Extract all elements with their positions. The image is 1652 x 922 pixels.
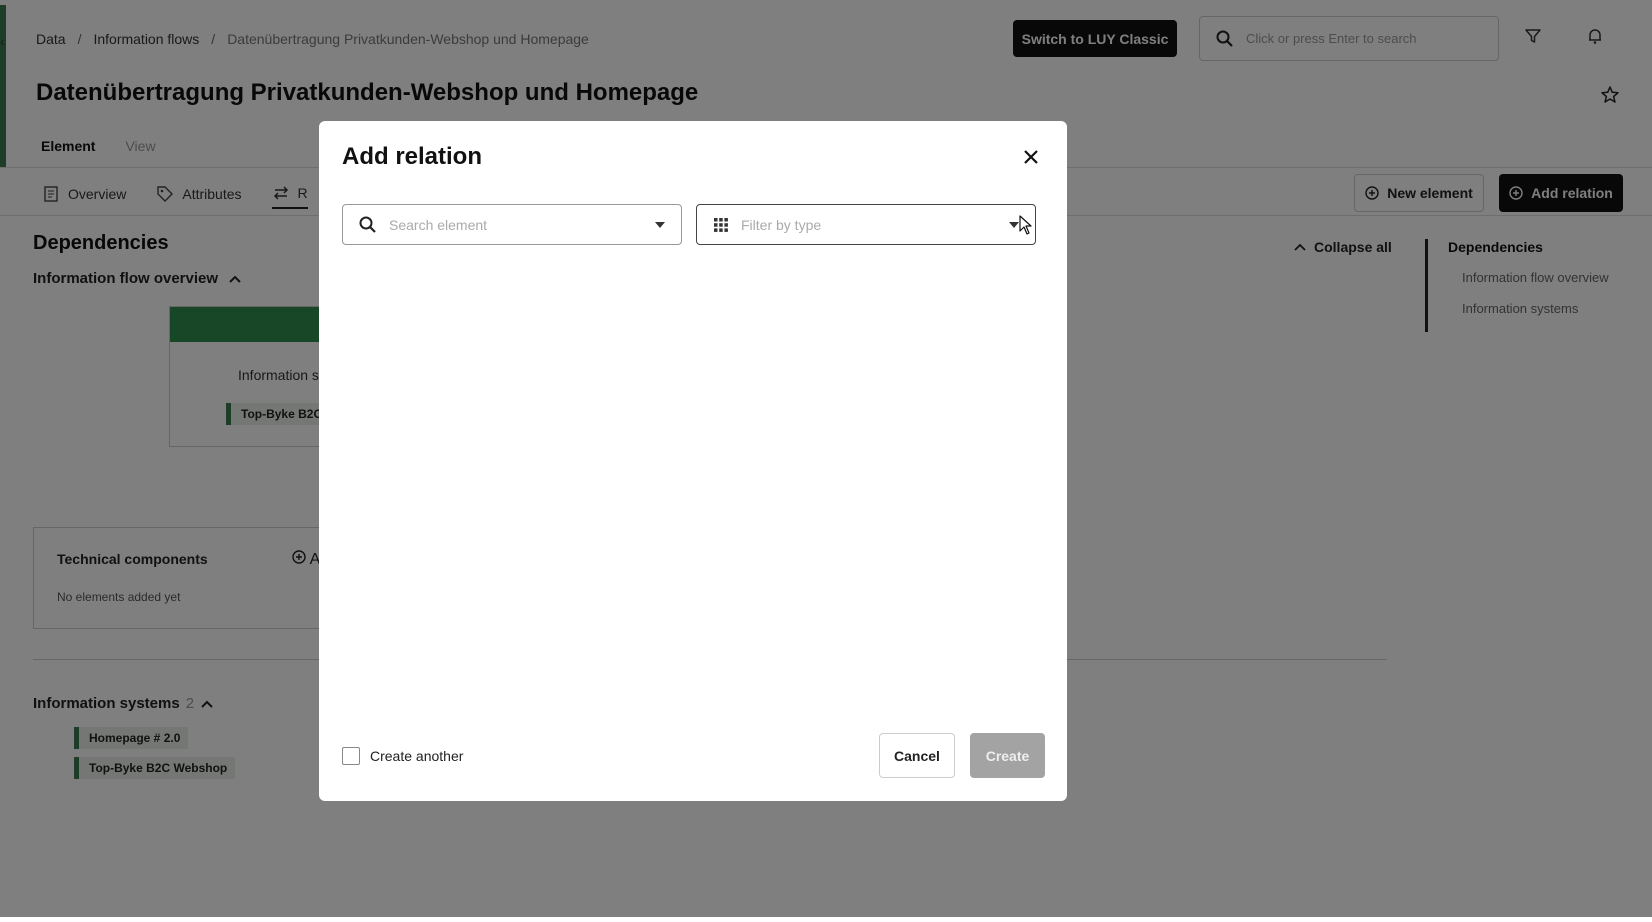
cancel-button[interactable]: Cancel <box>879 733 955 778</box>
search-element-placeholder: Search element <box>389 216 488 233</box>
bottom-strip <box>0 917 1652 922</box>
create-button[interactable]: Create <box>970 733 1045 778</box>
filter-by-type-placeholder: Filter by type <box>741 216 822 233</box>
caret-down-icon[interactable] <box>655 221 665 228</box>
create-another-label: Create another <box>370 748 464 764</box>
mouse-cursor-icon <box>1019 215 1032 235</box>
create-another-toggle[interactable]: Create another <box>342 747 463 765</box>
filter-by-type-select[interactable]: Filter by type <box>696 204 1036 245</box>
close-icon <box>1024 150 1038 164</box>
caret-down-icon[interactable] <box>1009 221 1019 228</box>
add-relation-dialog: Add relation Search element Filter by ty… <box>319 121 1067 801</box>
search-icon <box>359 216 376 233</box>
search-element-input[interactable]: Search element <box>342 204 682 245</box>
create-another-checkbox[interactable] <box>342 747 360 765</box>
dialog-title: Add relation <box>342 143 483 170</box>
grid-icon <box>714 217 728 232</box>
close-button[interactable] <box>1019 145 1043 169</box>
